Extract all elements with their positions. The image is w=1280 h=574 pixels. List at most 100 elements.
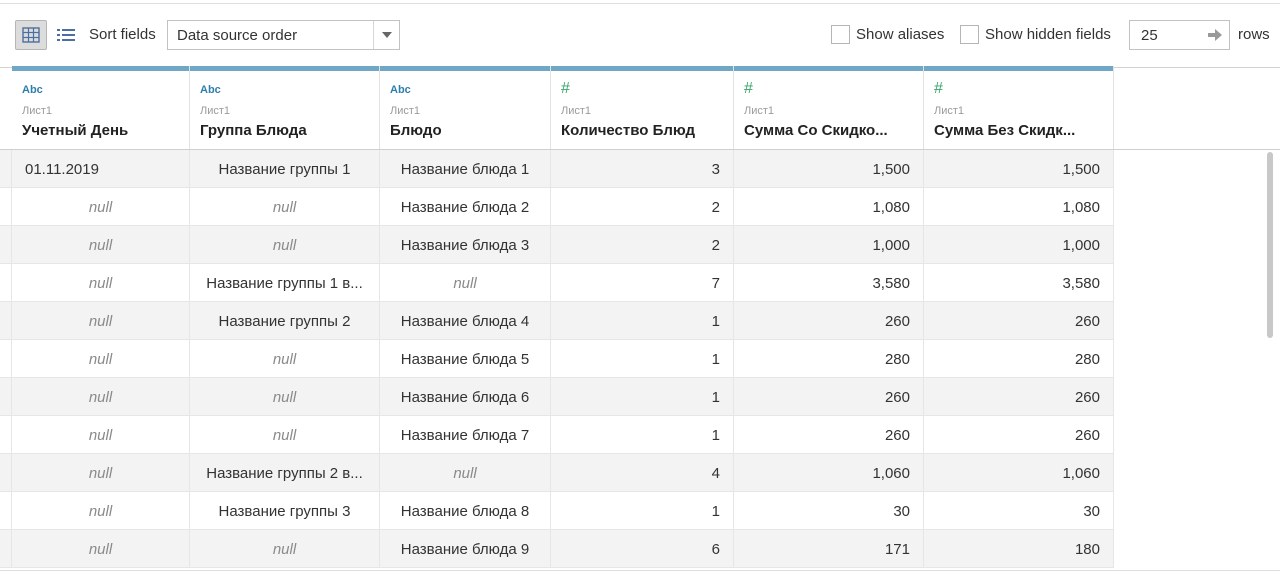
table-cell[interactable]: 3 [551, 150, 734, 188]
sort-fields-select[interactable]: Data source order [167, 20, 400, 50]
table-cell[interactable]: 260 [734, 416, 924, 454]
table-cell[interactable]: 180 [924, 530, 1114, 568]
table-cell[interactable]: 260 [734, 302, 924, 340]
table-cell[interactable]: Название блюда 1 [380, 150, 551, 188]
arrow-right-icon[interactable] [1207, 28, 1223, 42]
table-cell[interactable]: null [12, 264, 190, 302]
column-header-blyudo[interactable]: Abc Лист1 Блюдо [380, 66, 551, 150]
sort-fields-value: Data source order [177, 27, 298, 44]
table-cell[interactable]: null [190, 226, 380, 264]
number-type-icon[interactable]: # [934, 80, 943, 98]
show-hidden-fields-checkbox[interactable] [960, 25, 979, 44]
table-cell[interactable]: 3,580 [734, 264, 924, 302]
table-cell[interactable]: 260 [924, 416, 1114, 454]
show-aliases-checkbox[interactable] [831, 25, 850, 44]
table-cell[interactable]: null [190, 340, 380, 378]
table-cell[interactable]: null [380, 454, 551, 492]
table-cell[interactable]: 1 [551, 340, 734, 378]
table-cell[interactable]: 1,060 [924, 454, 1114, 492]
table-cell[interactable]: Название блюда 5 [380, 340, 551, 378]
table-cell[interactable]: Название группы 3 [190, 492, 380, 530]
table-cell[interactable]: 6 [551, 530, 734, 568]
table-cell[interactable]: 260 [924, 302, 1114, 340]
string-type-icon[interactable]: Abc [200, 84, 221, 96]
table-cell[interactable]: null [12, 340, 190, 378]
table-cell[interactable]: 171 [734, 530, 924, 568]
chevron-down-icon[interactable] [373, 21, 399, 49]
show-aliases-label[interactable]: Show aliases [856, 26, 944, 43]
table-cell[interactable]: Название блюда 2 [380, 188, 551, 226]
table-cell[interactable]: 2 [551, 226, 734, 264]
table-cell[interactable]: 1,000 [734, 226, 924, 264]
string-type-icon[interactable]: Abc [390, 84, 411, 96]
table-cell[interactable]: 1,500 [924, 150, 1114, 188]
number-type-icon[interactable]: # [561, 80, 570, 98]
column-header-gruppa-blyuda[interactable]: Abc Лист1 Группа Блюда [190, 66, 380, 150]
table-cell[interactable]: Название блюда 7 [380, 416, 551, 454]
table-cell[interactable]: null [190, 530, 380, 568]
table-cell[interactable]: null [12, 492, 190, 530]
column-name[interactable]: Сумма Со Скидко... [744, 122, 888, 139]
table-cell[interactable]: 1 [551, 302, 734, 340]
table-cell[interactable]: null [12, 188, 190, 226]
column-name[interactable]: Количество Блюд [561, 122, 695, 139]
table-cell[interactable]: 1 [551, 416, 734, 454]
table-cell[interactable]: 1 [551, 378, 734, 416]
table-cell[interactable]: 260 [924, 378, 1114, 416]
table-cell[interactable]: null [12, 530, 190, 568]
table-cell[interactable]: null [12, 416, 190, 454]
table-cell[interactable]: Название группы 2 [190, 302, 380, 340]
rows-count-input[interactable]: 25 [1129, 20, 1230, 50]
show-hidden-fields-label[interactable]: Show hidden fields [985, 26, 1111, 43]
table-cell[interactable]: null [12, 454, 190, 492]
table-cell[interactable]: 1,500 [734, 150, 924, 188]
table-cell[interactable]: Название блюда 6 [380, 378, 551, 416]
column-name[interactable]: Блюдо [390, 122, 442, 139]
table-cell[interactable]: Название блюда 9 [380, 530, 551, 568]
table-cell[interactable]: 4 [551, 454, 734, 492]
column-name[interactable]: Сумма Без Скидк... [934, 122, 1075, 139]
column-header-uchetny-den[interactable]: Abc Лист1 Учетный День [12, 66, 190, 150]
table-cell[interactable]: 30 [924, 492, 1114, 530]
list-view-button[interactable] [50, 20, 82, 50]
table-cell[interactable]: 1 [551, 492, 734, 530]
column-header-bar [190, 66, 379, 71]
table-cell[interactable]: null [380, 264, 551, 302]
table-cell[interactable]: null [12, 226, 190, 264]
sort-fields-label: Sort fields [89, 26, 156, 43]
table-cell[interactable]: Название блюда 3 [380, 226, 551, 264]
table-cell[interactable]: 1,080 [924, 188, 1114, 226]
table-cell[interactable]: 01.11.2019 [12, 150, 190, 188]
table-cell[interactable]: 1,060 [734, 454, 924, 492]
column-header-bar [380, 66, 550, 71]
table-cell[interactable]: null [12, 378, 190, 416]
vertical-scrollbar[interactable] [1267, 152, 1273, 338]
table-cell[interactable]: 280 [734, 340, 924, 378]
table-cell[interactable]: 7 [551, 264, 734, 302]
table-cell[interactable]: 30 [734, 492, 924, 530]
table-cell[interactable]: 1,000 [924, 226, 1114, 264]
table-cell[interactable]: 260 [734, 378, 924, 416]
table-cell[interactable]: Название группы 2 в... [190, 454, 380, 492]
table-cell[interactable]: Название группы 1 в... [190, 264, 380, 302]
table-cell[interactable]: null [190, 378, 380, 416]
table-cell[interactable]: 3,580 [924, 264, 1114, 302]
column-source: Лист1 [22, 105, 53, 117]
table-cell[interactable]: null [190, 188, 380, 226]
column-header-kolichestvo-blyud[interactable]: # Лист1 Количество Блюд [551, 66, 734, 150]
grid-view-button[interactable] [15, 20, 47, 50]
table-cell[interactable]: Название блюда 4 [380, 302, 551, 340]
table-cell[interactable]: 2 [551, 188, 734, 226]
number-type-icon[interactable]: # [744, 80, 753, 98]
string-type-icon[interactable]: Abc [22, 84, 43, 96]
column-header-summa-so-skidkoy[interactable]: # Лист1 Сумма Со Скидко... [734, 66, 924, 150]
table-cell[interactable]: null [12, 302, 190, 340]
table-cell[interactable]: Название блюда 8 [380, 492, 551, 530]
column-name[interactable]: Группа Блюда [200, 122, 307, 139]
column-name[interactable]: Учетный День [22, 122, 128, 139]
table-cell[interactable]: null [190, 416, 380, 454]
table-cell[interactable]: 1,080 [734, 188, 924, 226]
table-cell[interactable]: Название группы 1 [190, 150, 380, 188]
column-header-summa-bez-skidki[interactable]: # Лист1 Сумма Без Скидк... [924, 66, 1114, 150]
table-cell[interactable]: 280 [924, 340, 1114, 378]
